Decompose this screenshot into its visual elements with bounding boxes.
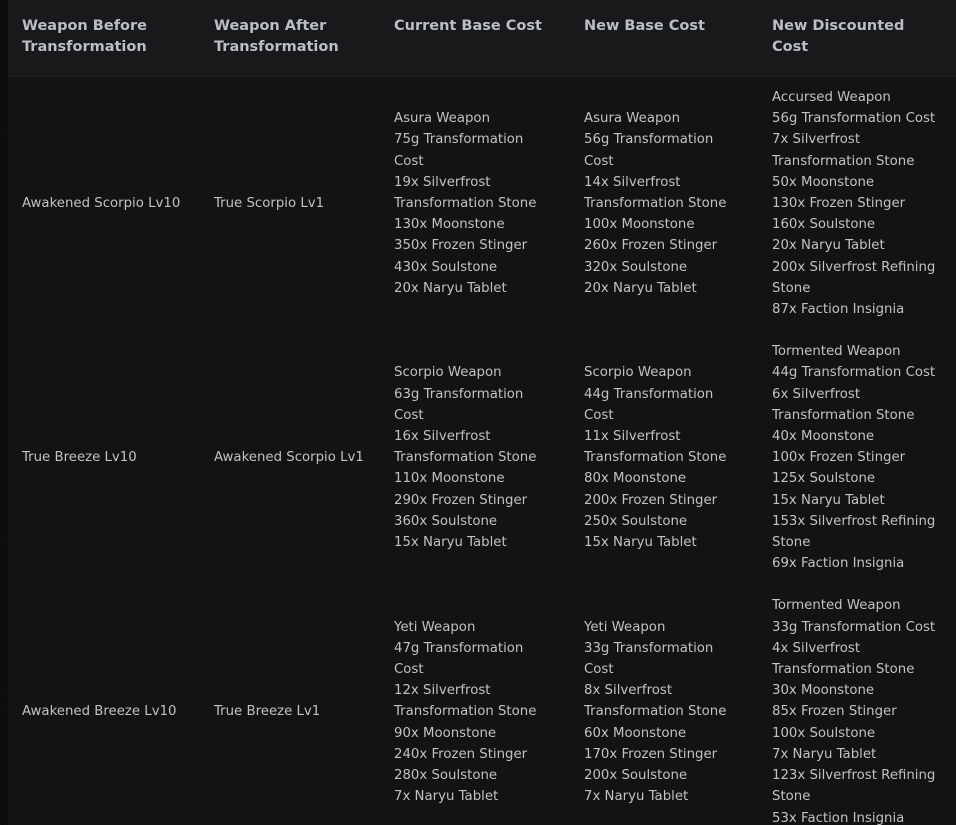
cost-line: 110x Moonstone — [394, 471, 505, 487]
cost-line: 100x Moonstone — [584, 217, 695, 233]
cost-line: Scorpio Weapon — [394, 365, 502, 381]
cost-line: 60x Moonstone — [584, 725, 687, 741]
cost-line: Tormented Weapon — [772, 344, 901, 360]
cost-line: 56g Transformation Cost — [772, 111, 936, 127]
cost-line: 7x Naryu Tablet — [394, 789, 499, 805]
cost-line: 290x Frozen Stinger — [394, 492, 528, 508]
cell-current-base-cost: Scorpio Weapon 63g Transformation Cost 16x… — [380, 330, 570, 586]
table-container: Weapon Before Transformation Weapon Afte… — [8, 0, 956, 825]
cell-new-base-cost: Yeti Weapon 33g Transformation Cost 8x Sil… — [570, 584, 758, 825]
cost-line: 44g Transformation Cost — [772, 365, 936, 381]
cost-line: 80x Moonstone — [584, 471, 687, 487]
cost-line: 280x Soulstone — [394, 768, 498, 784]
cost-line: 14x Silverfrost Transformation Stone — [584, 174, 727, 212]
cost-line: 53x Faction Insignia — [772, 810, 905, 825]
cost-line: 75g Transformation Cost — [394, 132, 524, 169]
cost-line: 20x Naryu Tablet — [584, 280, 697, 296]
cost-line: 15x Naryu Tablet — [394, 535, 507, 551]
cost-line: 15x Naryu Tablet — [772, 492, 885, 508]
cost-line: 33g Transformation Cost — [584, 640, 714, 678]
cost-line: 87x Faction Insignia — [772, 302, 905, 318]
cost-line: 360x Soulstone — [394, 513, 498, 529]
cell-weapon-after: True Scorpio Lv1 — [200, 76, 380, 332]
cost-line: 240x Frozen Stinger — [394, 746, 528, 762]
table-row: Awakened Breeze Lv10 True Breeze Lv1 Yet… — [8, 584, 956, 825]
column-header-new-discounted-cost: New Discounted Cost — [758, 0, 956, 77]
cost-line: 250x Soulstone — [584, 513, 688, 529]
cost-line: 200x Soulstone — [584, 768, 688, 784]
cell-weapon-before: True Breeze Lv10 — [8, 330, 200, 586]
cost-line: 7x Silverfrost Transformation Stone — [772, 132, 915, 169]
cost-line: Asura Weapon — [584, 111, 680, 127]
cost-line: 44g Transformation Cost — [584, 386, 714, 423]
cost-line: 40x Moonstone — [772, 429, 875, 445]
cost-line: 7x Naryu Tablet — [584, 789, 689, 805]
cost-line: 90x Moonstone — [394, 725, 497, 741]
cost-line: 100x Frozen Stinger — [772, 450, 906, 466]
cost-line: 33g Transformation Cost — [772, 619, 936, 635]
column-header-weapon-before: Weapon Before Transformation — [8, 0, 200, 77]
column-header-current-base-cost: Current Base Cost — [380, 0, 570, 77]
cost-line: 320x Soulstone — [584, 259, 688, 275]
cost-line: 123x Silverfrost Refining Stone — [772, 768, 936, 805]
cost-line: 260x Frozen Stinger — [584, 238, 718, 254]
cell-weapon-before: Awakened Scorpio Lv10 — [8, 76, 200, 332]
cost-line: 160x Soulstone — [772, 217, 876, 233]
table-row: Awakened Scorpio Lv10 True Scorpio Lv1 A… — [8, 76, 956, 332]
cost-line: 200x Frozen Stinger — [584, 492, 718, 508]
cost-line: 19x Silverfrost Transformation Stone — [394, 174, 537, 212]
column-header-weapon-after: Weapon After Transformation — [200, 0, 380, 77]
table-row: True Breeze Lv10 Awakened Scorpio Lv1 Sc… — [8, 330, 956, 586]
cost-line: Accursed Weapon — [772, 90, 891, 105]
cost-line: 20x Naryu Tablet — [394, 280, 507, 296]
cost-line: 56g Transformation Cost — [584, 132, 714, 169]
cell-current-base-cost: Asura Weapon 75g Transformation Cost 19x S… — [380, 76, 570, 332]
cost-line: 130x Frozen Stinger — [772, 196, 906, 212]
cost-line: 125x Soulstone — [772, 471, 876, 487]
cost-line: 69x Faction Insignia — [772, 556, 905, 572]
table-header: Weapon Before Transformation Weapon Afte… — [8, 0, 956, 77]
cost-line: 130x Moonstone — [394, 217, 505, 233]
column-header-new-base-cost: New Base Cost — [570, 0, 758, 77]
cell-weapon-after: True Breeze Lv1 — [200, 584, 380, 825]
cell-weapon-after: Awakened Scorpio Lv1 — [200, 330, 380, 586]
table-header-row: Weapon Before Transformation Weapon Afte… — [8, 0, 956, 77]
cost-line: Yeti Weapon — [584, 619, 666, 635]
cost-line: 170x Frozen Stinger — [584, 746, 718, 762]
cost-line: Tormented Weapon — [772, 598, 901, 614]
cost-line: 100x Soulstone — [772, 725, 876, 741]
cost-line: 20x Naryu Tablet — [772, 238, 885, 254]
cell-new-discounted-cost: Accursed Weapon 56g Transformation Cost 7x… — [758, 76, 956, 332]
cost-line: Scorpio Weapon — [584, 365, 692, 381]
cost-line: 63g Transformation Cost — [394, 386, 524, 423]
cell-new-base-cost: Scorpio Weapon 44g Transformation Cost 11x… — [570, 330, 758, 586]
cost-line: 11x Silverfrost Transformation Stone — [584, 429, 727, 466]
cost-line: 15x Naryu Tablet — [584, 535, 697, 551]
cost-line: 430x Soulstone — [394, 259, 498, 275]
cost-line: 7x Naryu Tablet — [772, 746, 877, 762]
weapon-transformation-cost-table: Weapon Before Transformation Weapon Afte… — [8, 0, 956, 825]
cell-weapon-before: Awakened Breeze Lv10 — [8, 584, 200, 825]
cost-line: 30x Moonstone — [772, 683, 875, 699]
page-background: Weapon Before Transformation Weapon Afte… — [0, 0, 956, 825]
cell-new-discounted-cost: Tormented Weapon 44g Transformation Cost 6… — [758, 330, 956, 586]
cost-line: 85x Frozen Stinger — [772, 704, 897, 720]
cost-line: Yeti Weapon — [394, 619, 476, 635]
cost-line: 153x Silverfrost Refining Stone — [772, 513, 936, 551]
cost-line: 16x Silverfrost Transformation Stone — [394, 429, 537, 466]
cost-line: 12x Silverfrost Transformation Stone — [394, 683, 537, 720]
cost-line: 200x Silverfrost Refining Stone — [772, 259, 936, 296]
cell-new-discounted-cost: Tormented Weapon 33g Transformation Cost 4… — [758, 584, 956, 825]
cost-line: 47g Transformation Cost — [394, 640, 524, 678]
cost-line: 4x Silverfrost Transformation Stone — [772, 640, 915, 678]
cost-line: 350x Frozen Stinger — [394, 238, 528, 254]
table-body: Awakened Scorpio Lv10 True Scorpio Lv1 A… — [8, 76, 956, 825]
cost-line: 8x Silverfrost Transformation Stone — [584, 683, 727, 720]
cost-line: 6x Silverfrost Transformation Stone — [772, 386, 915, 423]
cell-new-base-cost: Asura Weapon 56g Transformation Cost 14x S… — [570, 76, 758, 332]
cell-current-base-cost: Yeti Weapon 47g Transformation Cost 12x Si… — [380, 584, 570, 825]
cost-line: Asura Weapon — [394, 111, 490, 127]
cost-line: 50x Moonstone — [772, 174, 875, 190]
